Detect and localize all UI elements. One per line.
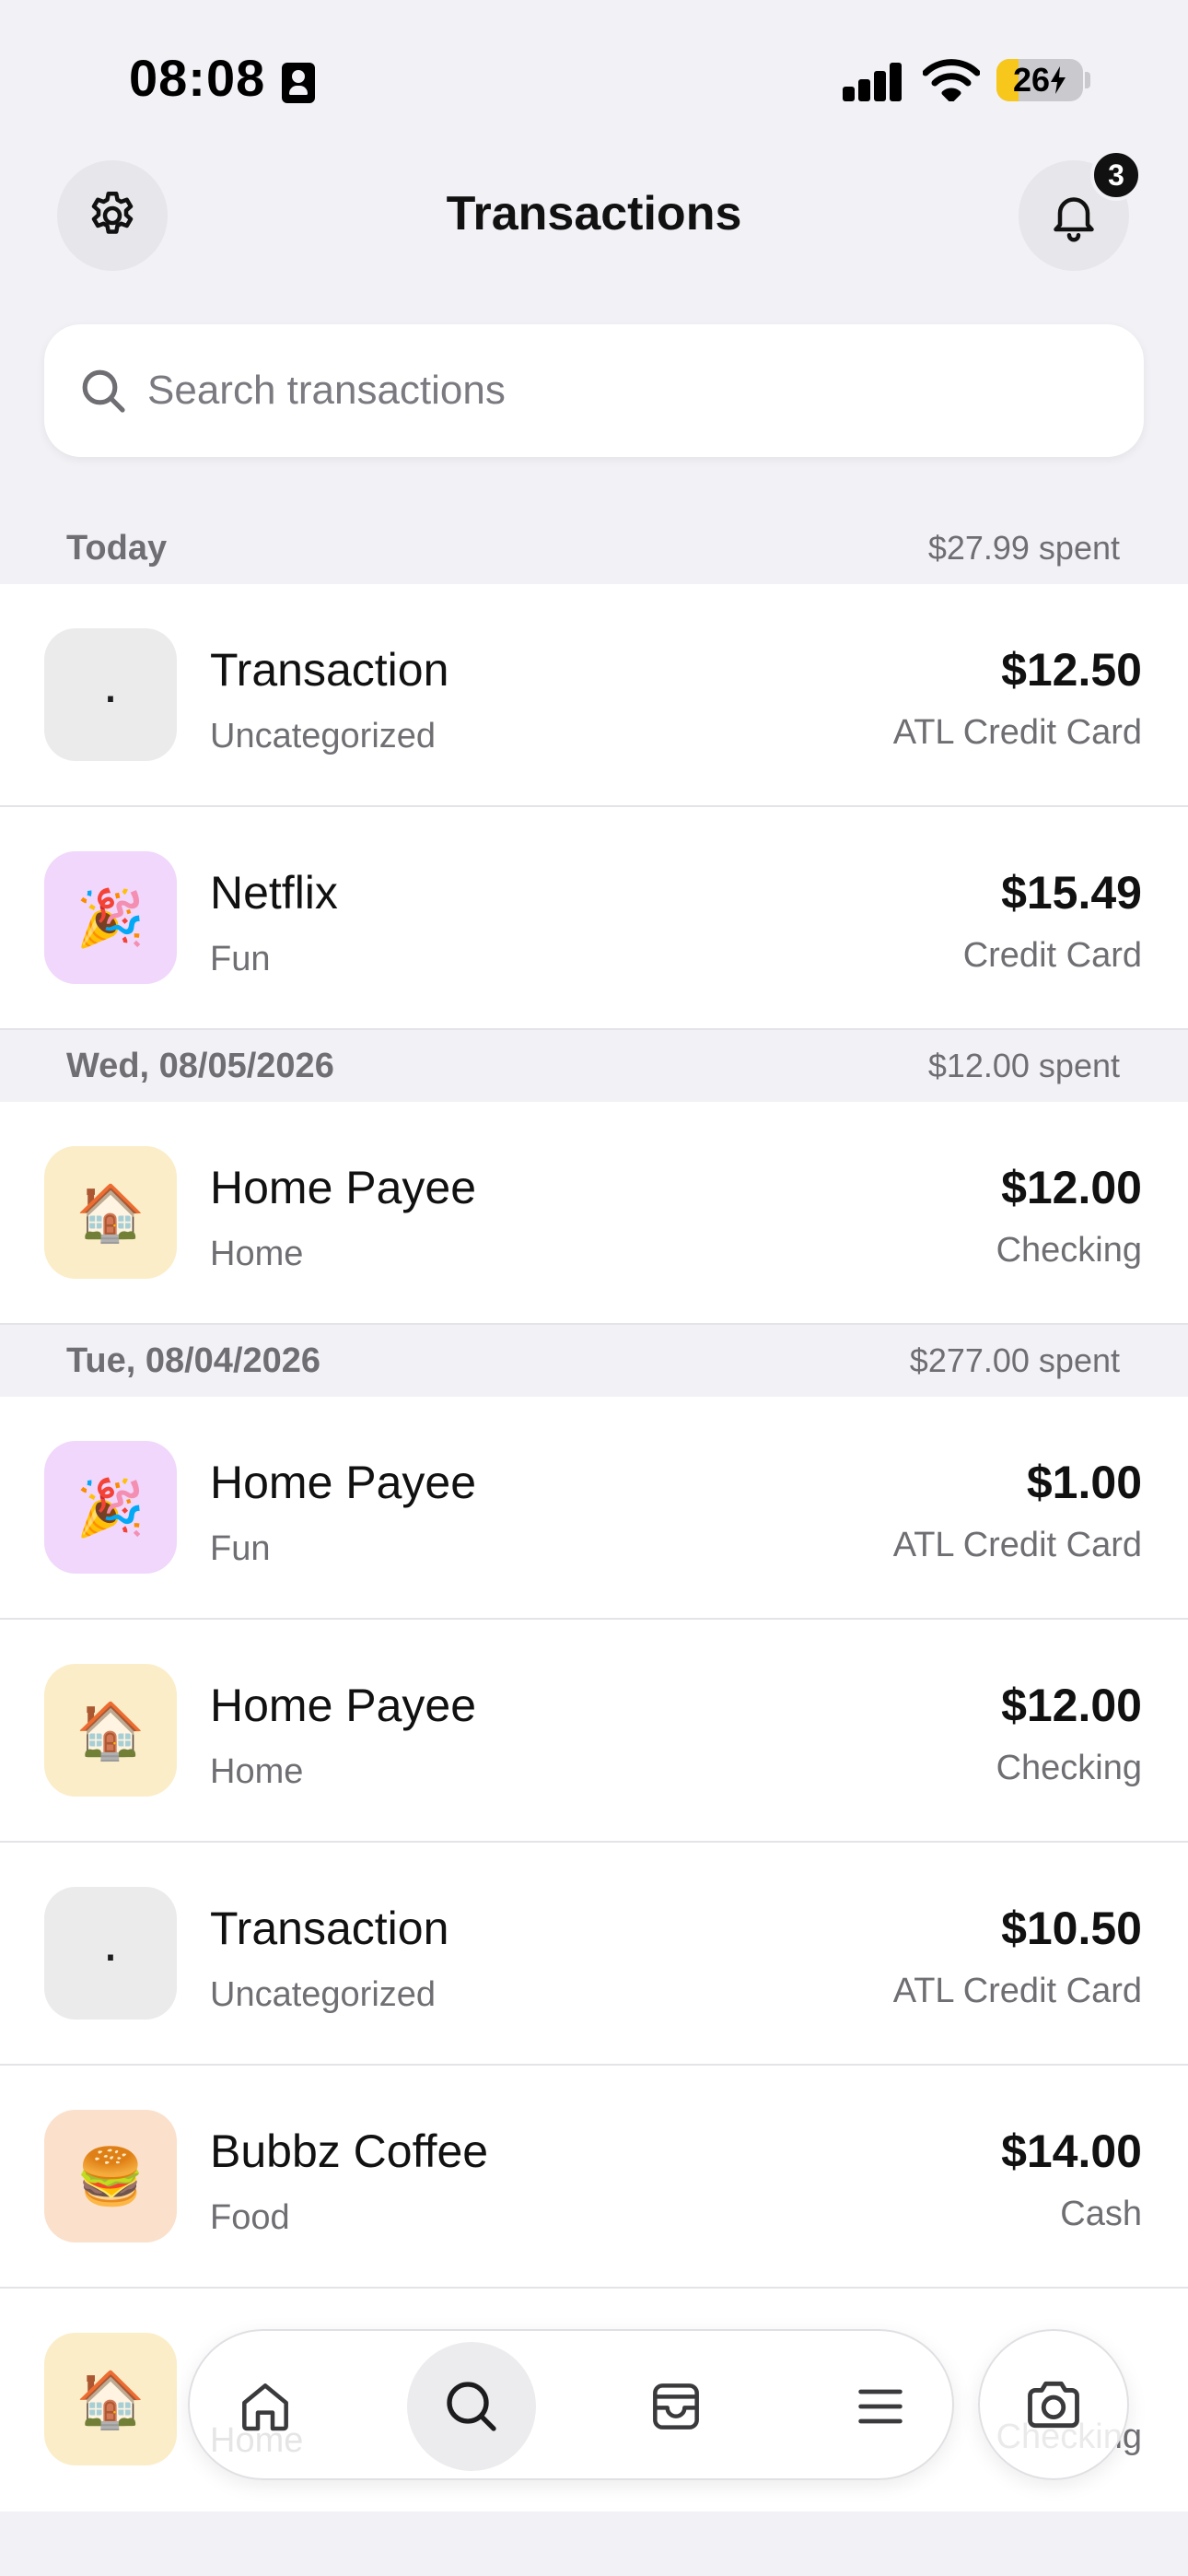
tab-search[interactable] [407,2342,536,2471]
transaction-amount: $14.00 [1001,2125,1142,2177]
category-icon: · [44,1887,177,2020]
transaction-list: Today $27.99 spent · Transaction Uncateg… [0,512,1188,2512]
transaction-amount: $12.50 [1001,644,1142,696]
tab-home[interactable] [201,2342,330,2471]
search-icon [447,2382,496,2431]
category-icon: 🏠 [44,2333,177,2465]
transaction-amount: $10.50 [1001,1903,1142,1954]
transaction-row[interactable]: 🏠 Home Payee Home $12.00 Checking [0,1620,1188,1843]
category-icon: 🏠 [44,1146,177,1279]
transaction-category: Uncategorized [210,1975,437,2014]
battery-cap [1085,72,1090,88]
transaction-category: Home [210,1235,304,1273]
category-icon: 🍔 [44,2110,177,2242]
transaction-category: Home [210,1752,304,1791]
contact-card-icon [282,63,315,103]
section-header: Today $27.99 spent [0,512,1188,584]
section-date: Wed, 08/05/2026 [66,1046,334,1085]
transaction-payee: Home Payee [210,1680,477,1731]
transaction-row[interactable]: · Transaction Uncategorized $12.50 ATL C… [0,584,1188,807]
camera-icon [1028,2381,1079,2429]
transaction-account: ATL Credit Card [892,1526,1142,1564]
transaction-amount: $12.00 [1001,1162,1142,1213]
transaction-amount: $12.00 [1001,1680,1142,1731]
home-icon [242,2383,288,2431]
transaction-category: Uncategorized [210,717,437,755]
notification-count-badge: 3 [1090,149,1142,201]
category-icon: 🎉 [44,1441,177,1574]
inbox-icon [653,2383,699,2430]
transaction-category: Food [210,2198,290,2237]
transaction-amount: $1.00 [1026,1457,1142,1508]
transaction-row[interactable]: 🎉 Home Payee Fun $1.00 ATL Credit Card [0,1397,1188,1620]
search-icon [82,369,125,413]
tab-menu[interactable] [816,2342,945,2471]
transaction-payee: Transaction [210,644,449,696]
transaction-account: ATL Credit Card [892,1972,1142,2010]
section-header: Wed, 08/05/2026 $12.00 spent [0,1030,1188,1102]
category-icon: · [44,628,177,761]
transaction-category: Fun [210,940,271,978]
transaction-account: Credit Card [962,936,1142,975]
section-spent-total: $12.00 spent [927,1047,1120,1084]
transaction-row[interactable]: 🏠 Home Payee Home $12.00 Checking [0,1102,1188,1325]
bottom-tab-bar [188,2329,954,2480]
status-bar: 08:08 26 [0,0,1188,157]
section-date: Today [66,528,168,568]
status-time: 08:08 [129,49,266,107]
camera-button[interactable] [978,2329,1129,2480]
cellular-signal-icon [843,63,903,101]
transaction-account: ATL Credit Card [892,713,1142,752]
transaction-row[interactable]: 🎉 Netflix Fun $15.49 Credit Card [0,807,1188,1030]
transaction-account: Checking [996,1749,1142,1787]
transaction-account: Checking [996,1231,1142,1270]
section-header: Tue, 08/04/2026 $277.00 spent [0,1325,1188,1397]
charging-bolt-icon [1051,66,1066,94]
transaction-payee: Home Payee [210,1162,477,1213]
transaction-category: Fun [210,1529,271,1568]
category-icon: 🎉 [44,851,177,984]
section-spent-total: $277.00 spent [909,1341,1120,1379]
bell-icon [1054,197,1094,242]
transaction-row[interactable]: · Transaction Uncategorized $10.50 ATL C… [0,1843,1188,2066]
battery-level: 26 [1012,61,1051,99]
search-bar[interactable] [44,324,1144,457]
menu-icon [858,2389,903,2424]
page-title: Transactions [446,187,742,240]
transaction-amount: $15.49 [1001,867,1142,919]
transaction-payee: Transaction [210,1903,449,1954]
wifi-icon [923,57,980,101]
transaction-account: Cash [1060,2195,1142,2233]
category-icon: 🏠 [44,1664,177,1797]
battery-icon: 26 [996,59,1083,101]
section-spent-total: $27.99 spent [927,529,1120,567]
section-date: Tue, 08/04/2026 [66,1341,321,1380]
transaction-row[interactable]: 🍔 Bubbz Coffee Food $14.00 Cash [0,2066,1188,2289]
transaction-payee: Bubbz Coffee [210,2125,489,2177]
tab-inbox[interactable] [611,2342,740,2471]
transaction-payee: Netflix [210,867,338,919]
transaction-payee: Home Payee [210,1457,477,1508]
search-input[interactable] [147,324,1105,457]
